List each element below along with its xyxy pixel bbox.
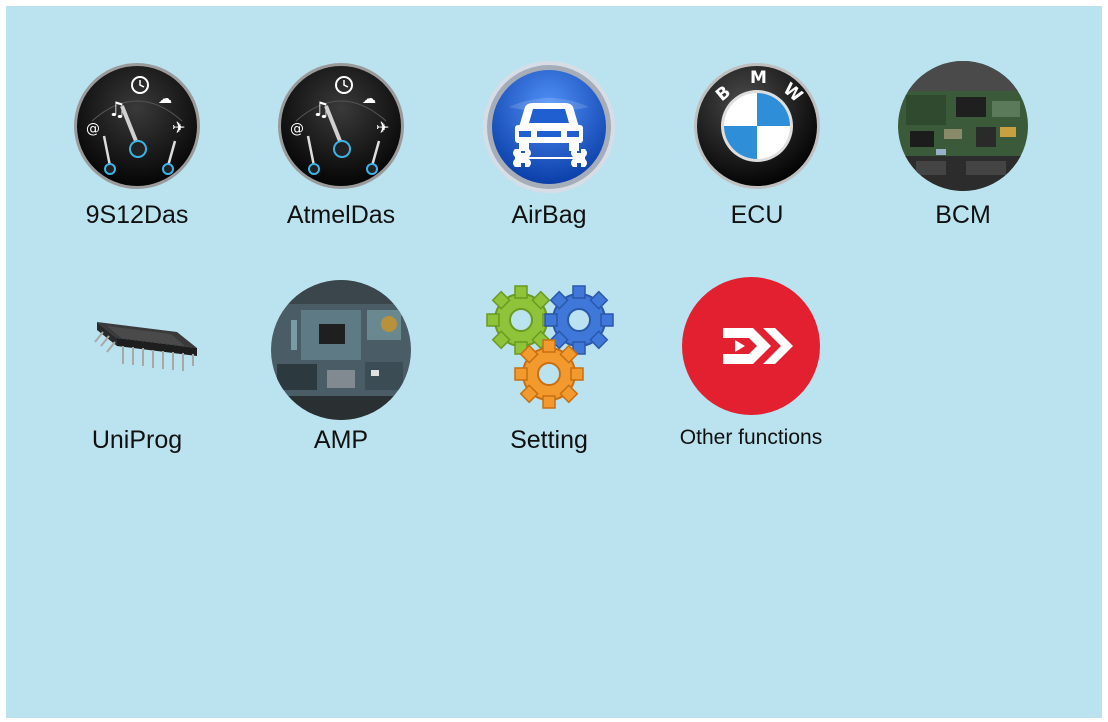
svg-text:✈: ✈ xyxy=(172,118,185,137)
tile-ecu[interactable]: B M W ECU xyxy=(662,61,852,251)
tile-9s12das[interactable]: ♫ ☁ @ ✈ 9S12Das xyxy=(42,61,232,251)
tile-label: AtmelDas xyxy=(286,201,396,229)
gears-icon xyxy=(479,280,619,415)
circuit-board-icon xyxy=(896,61,1030,191)
circuit-board-icon xyxy=(271,280,411,420)
tile-label: 9S12Das xyxy=(85,201,189,229)
tile-atmeldas[interactable]: ♫ ☁ @ ✈ AtmelDas xyxy=(246,61,436,251)
svg-text:✈: ✈ xyxy=(376,118,389,137)
tile-label: BCM xyxy=(935,201,991,229)
svg-text:@: @ xyxy=(290,121,304,137)
launcher-window: ♫ ☁ @ ✈ 9S12Das ♫ ☁ @ ✈ AtmelDas AirBag … xyxy=(6,6,1102,718)
arrow-logo-icon xyxy=(681,276,821,416)
tile-setting[interactable]: Setting xyxy=(454,276,644,466)
tile-label: UniProg xyxy=(91,426,183,454)
tile-amp[interactable]: AMP xyxy=(246,276,436,466)
microchip-icon xyxy=(67,304,207,384)
svg-text:@: @ xyxy=(86,121,100,137)
dashboard-gauge-icon: ♫ ☁ @ ✈ xyxy=(72,61,202,191)
tile-label: AMP xyxy=(313,426,369,454)
svg-text:☁: ☁ xyxy=(158,91,172,107)
tile-label: AirBag xyxy=(511,201,587,229)
tile-bcm[interactable]: BCM xyxy=(868,61,1058,251)
svg-text:☁: ☁ xyxy=(362,91,376,107)
car-service-icon xyxy=(481,59,617,195)
tile-airbag[interactable]: AirBag xyxy=(454,61,644,251)
tile-label: ECU xyxy=(730,201,784,229)
tile-other-functions[interactable]: Other functions xyxy=(656,276,846,466)
tile-label: Setting xyxy=(510,426,588,454)
dashboard-gauge-icon: ♫ ☁ @ ✈ xyxy=(276,61,406,191)
tile-uniprog[interactable]: UniProg xyxy=(42,276,232,466)
tile-label: Other functions xyxy=(679,426,823,449)
svg-text:M: M xyxy=(750,68,767,88)
bmw-logo-icon: B M W xyxy=(692,61,822,191)
